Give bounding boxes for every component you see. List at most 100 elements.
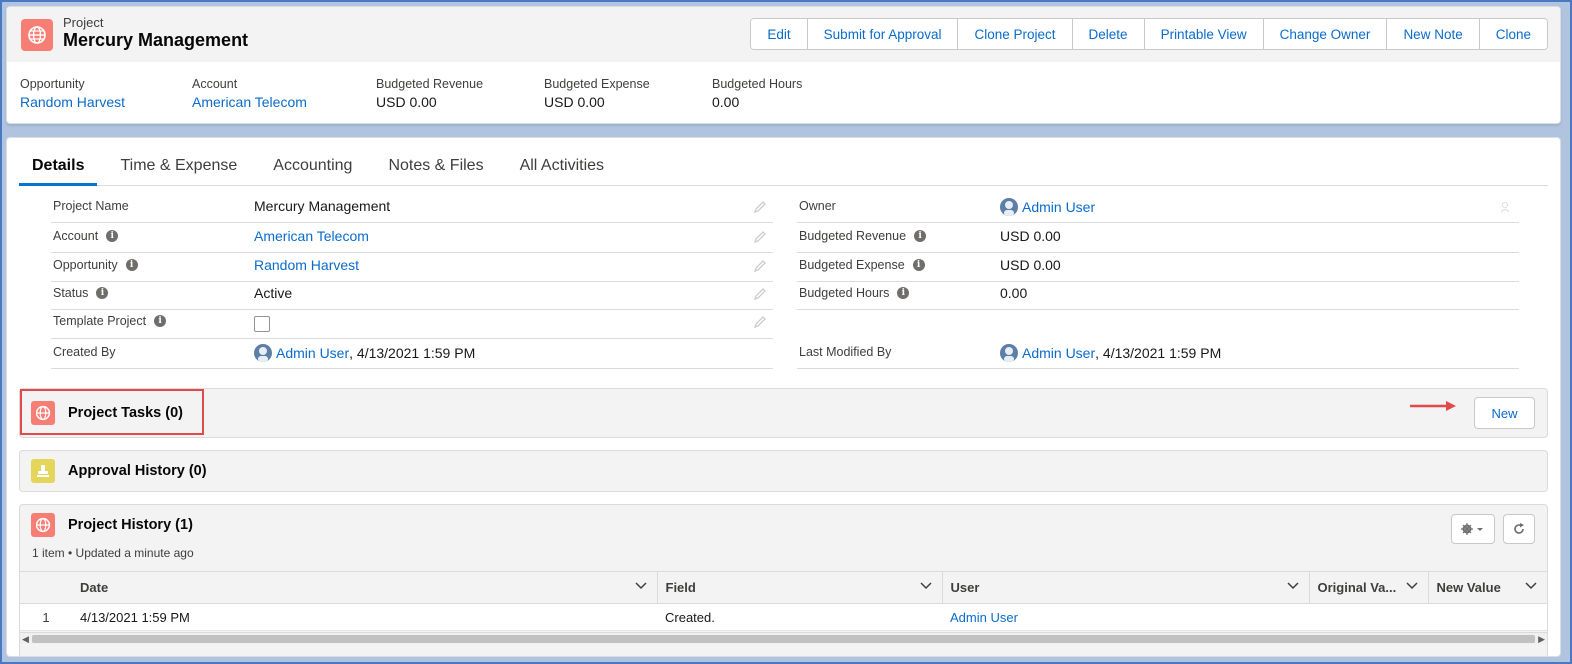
info-icon[interactable]: i [125,259,138,271]
cell-field: Created. [657,603,942,631]
pencil-icon[interactable] [753,287,767,301]
column-header-field[interactable]: Field [657,571,943,604]
horizontal-scrollbar[interactable]: ◀ ▶ [20,632,1547,644]
field-budgeted-revenue: Budgeted Revenue i USD 0.00 [797,223,1519,253]
column-header-user[interactable]: User [942,571,1310,604]
arrow-annotation-icon [1410,401,1456,411]
record-body: Details Time & Expense Accounting Notes … [6,137,1561,657]
field-label-text: Budgeted Revenue [799,229,907,243]
field-label: Budgeted Expense i [799,258,925,272]
field-account: Account i American Telecom [51,223,773,253]
pencil-icon[interactable] [753,200,767,214]
chevron-down-icon[interactable] [1405,582,1418,590]
template-project-checkbox[interactable] [254,316,270,332]
field-label: Owner [799,199,836,213]
column-label: Field [665,580,696,595]
new-project-task-button[interactable]: New [1474,397,1535,429]
owner-user-link[interactable]: Admin User [1022,199,1095,215]
highlight-budgeted-hours: Budgeted Hours 0.00 [712,77,802,110]
info-icon[interactable]: i [96,287,109,299]
field-value: USD 0.00 [1000,257,1061,273]
chevron-down-icon[interactable] [1525,582,1537,590]
gear-icon [1461,523,1483,535]
delete-button[interactable]: Delete [1071,19,1144,49]
cell-new-value [1428,603,1547,631]
cell-original-value [1309,603,1428,631]
field-label: Account i [53,229,119,243]
field-value: Active [254,285,293,301]
annotation-highlight-box [20,389,204,435]
field-value: Admin User, 4/13/2021 1:59 PM [254,344,475,362]
scrollbar-thumb[interactable] [32,635,1535,643]
submit-for-approval-button[interactable]: Submit for Approval [806,19,958,49]
field-label-text: Budgeted Hours [799,286,890,300]
tab-time-expense[interactable]: Time & Expense [107,148,250,186]
tab-all-activities[interactable]: All Activities [507,148,617,186]
field-owner: Owner Admin User [797,193,1519,223]
highlights-panel: Opportunity Random Harvest Account Ameri… [7,69,1560,119]
project-tasks-related-list: Project Tasks (0) New [19,388,1548,438]
clone-button[interactable]: Clone [1478,19,1547,49]
highlight-budgeted-expense: Budgeted Expense USD 0.00 [544,77,650,110]
edit-button[interactable]: Edit [751,19,807,49]
clone-project-button[interactable]: Clone Project [957,19,1072,49]
info-icon[interactable]: i [154,315,167,327]
field-status: Status i Active [51,280,773,310]
info-icon[interactable]: i [897,287,910,299]
table-row: 1 4/13/2021 1:59 PM Created. Admin User [20,603,1547,631]
highlight-label: Budgeted Expense [544,77,650,91]
last-modified-date: , 4/13/2021 1:59 PM [1095,345,1222,361]
field-project-name: Project Name Mercury Management [51,193,773,223]
info-icon[interactable]: i [914,230,927,242]
created-by-user-link[interactable]: Admin User [276,345,349,361]
info-icon[interactable]: i [912,259,925,271]
field-value: USD 0.00 [1000,228,1061,244]
field-created-by: Created By Admin User, 4/13/2021 1:59 PM [51,339,773,369]
list-settings-button[interactable] [1451,514,1495,544]
row-number-header [20,571,72,604]
column-header-original-value[interactable]: Original Va... [1309,571,1429,604]
field-label-text: Status [53,286,89,300]
refresh-button[interactable] [1503,514,1535,544]
cell-user-link[interactable]: Admin User [942,603,1309,631]
highlight-account: Account American Telecom [192,77,307,110]
highlight-label: Opportunity [20,77,85,91]
project-history-related-list: Project History (1) 1 item • Updated a m… [19,504,1548,656]
approval-history-title[interactable]: Approval History (0) [68,463,207,479]
field-label: Opportunity i [53,258,138,272]
printable-view-button[interactable]: Printable View [1143,19,1263,49]
account-link[interactable]: American Telecom [254,228,369,244]
info-icon[interactable]: i [106,230,119,242]
project-history-table: Date Field User Original Va... New Value… [20,571,1547,631]
chevron-down-icon[interactable] [1286,582,1299,590]
project-history-title[interactable]: Project History (1) [68,517,193,533]
refresh-icon [1514,523,1524,534]
highlight-value: USD 0.00 [544,94,605,110]
opportunity-link[interactable]: Random Harvest [20,94,125,110]
pencil-icon[interactable] [753,315,767,329]
tab-details[interactable]: Details [19,148,98,186]
field-value: 0.00 [1000,285,1028,301]
field-label: Last Modified By [799,345,892,359]
table-header-row: Date Field User Original Va... New Value [20,571,1547,604]
opportunity-link[interactable]: Random Harvest [254,257,359,273]
column-header-new-value[interactable]: New Value [1428,571,1547,604]
tab-notes-files[interactable]: Notes & Files [375,148,496,186]
field-label: Budgeted Hours i [799,286,910,300]
last-modified-user-link[interactable]: Admin User [1022,345,1095,361]
pencil-icon[interactable] [753,230,767,244]
change-owner-button[interactable]: Change Owner [1262,19,1387,49]
tab-accounting[interactable]: Accounting [260,148,365,186]
column-header-date[interactable]: Date [72,571,658,604]
pencil-icon[interactable] [753,259,767,273]
scroll-left-arrow-icon[interactable]: ◀ [22,634,29,644]
change-owner-icon[interactable] [1499,200,1513,214]
new-note-button[interactable]: New Note [1386,19,1479,49]
chevron-down-icon[interactable] [919,582,932,590]
account-link[interactable]: American Telecom [192,94,307,110]
field-budgeted-expense: Budgeted Expense i USD 0.00 [797,252,1519,282]
field-label: Status i [53,286,109,300]
scroll-right-arrow-icon[interactable]: ▶ [1538,634,1545,644]
chevron-down-icon[interactable] [634,582,647,590]
row-number: 1 [20,603,72,631]
